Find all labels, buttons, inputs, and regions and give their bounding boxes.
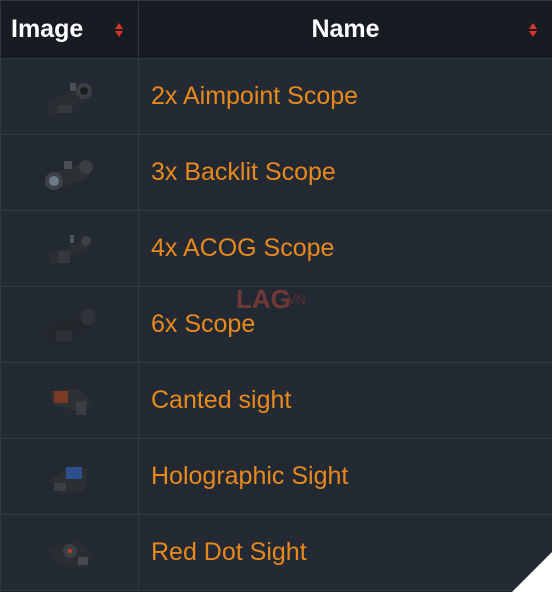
column-header-name-label: Name bbox=[311, 15, 380, 43]
sort-icon[interactable] bbox=[114, 22, 124, 38]
name-cell[interactable]: 4x ACOG Scope bbox=[138, 210, 552, 287]
canted-sight-icon bbox=[47, 388, 90, 415]
scopes-table-container: Image Name 2x Aimpoint Scope 3x Backlit … bbox=[0, 0, 552, 592]
name-cell[interactable]: Red Dot Sight bbox=[138, 514, 552, 591]
aimpoint-scope-icon bbox=[46, 82, 92, 114]
image-cell bbox=[0, 210, 139, 287]
column-header-image[interactable]: Image bbox=[0, 0, 139, 59]
acog-scope-icon bbox=[48, 234, 91, 264]
table-row: 2x Aimpoint Scope bbox=[0, 58, 552, 135]
holographic-sight-icon bbox=[49, 464, 88, 495]
name-cell[interactable]: Holographic Sight bbox=[138, 438, 552, 515]
table-row: Red Dot Sight bbox=[0, 514, 552, 591]
table-row: Holographic Sight bbox=[0, 438, 552, 515]
name-cell[interactable]: 6x Scope bbox=[138, 286, 552, 363]
image-cell bbox=[0, 362, 139, 439]
column-header-image-label: Image bbox=[11, 15, 84, 43]
six-x-scope-icon bbox=[44, 308, 96, 341]
image-cell bbox=[0, 514, 139, 591]
name-cell[interactable]: 3x Backlit Scope bbox=[138, 134, 552, 211]
scopes-table: Image Name 2x Aimpoint Scope 3x Backlit … bbox=[0, 0, 552, 591]
table-row: 6x Scope bbox=[0, 286, 552, 363]
image-cell bbox=[0, 134, 139, 211]
sort-icon[interactable] bbox=[528, 22, 538, 38]
backlit-scope-icon bbox=[43, 159, 93, 190]
table-header-row: Image Name bbox=[0, 0, 552, 59]
image-cell bbox=[0, 286, 139, 363]
corner-fold bbox=[512, 552, 552, 592]
name-cell[interactable]: Canted sight bbox=[138, 362, 552, 439]
red-dot-sight-icon bbox=[47, 540, 92, 569]
name-cell[interactable]: 2x Aimpoint Scope bbox=[138, 58, 552, 135]
column-header-name[interactable]: Name bbox=[138, 0, 552, 59]
table-row: 3x Backlit Scope bbox=[0, 134, 552, 211]
table-row: 4x ACOG Scope bbox=[0, 210, 552, 287]
table-row: Canted sight bbox=[0, 362, 552, 439]
image-cell bbox=[0, 438, 139, 515]
image-cell bbox=[0, 58, 139, 135]
